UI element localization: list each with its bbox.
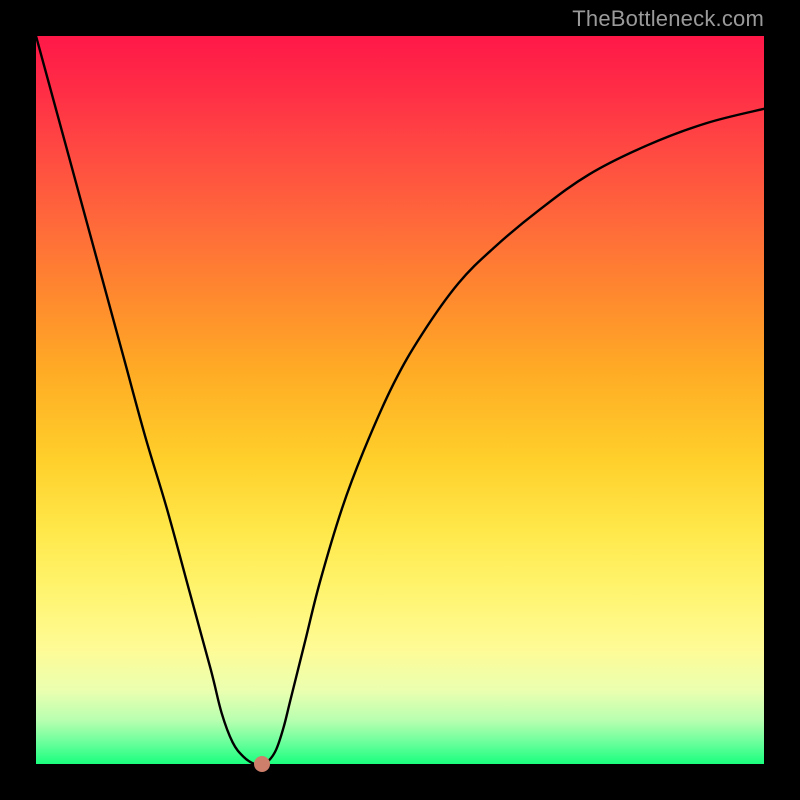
- chart-frame: TheBottleneck.com: [0, 0, 800, 800]
- plot-area: [36, 36, 764, 764]
- watermark-text: TheBottleneck.com: [572, 6, 764, 32]
- curve-svg: [36, 36, 764, 764]
- minimum-marker: [254, 756, 270, 772]
- bottleneck-curve: [36, 36, 764, 764]
